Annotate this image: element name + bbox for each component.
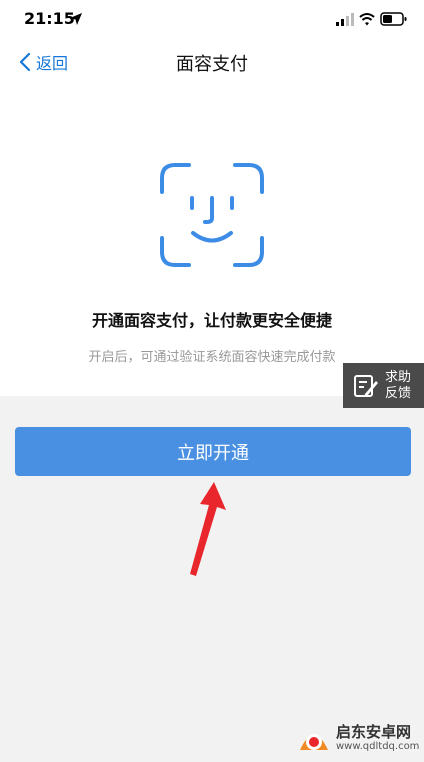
- red-arrow-annotation: [190, 482, 226, 576]
- page-title: 面容支付: [176, 54, 248, 75]
- headline: 开通面容支付，让付款更安全便捷: [91, 311, 332, 330]
- wifi-icon: [359, 13, 375, 26]
- battery-icon: [380, 12, 407, 26]
- location-arrow-icon: [70, 13, 82, 25]
- face-id-icon: [160, 163, 264, 267]
- help-label-line1: 求助: [385, 369, 412, 385]
- status-time: 21:15: [24, 9, 75, 28]
- watermark-url: www.qdltdq.com: [336, 741, 420, 752]
- signal-icon: [336, 13, 354, 26]
- help-feedback-label: 求助 反馈: [385, 370, 411, 402]
- enable-now-button[interactable]: 立即开通: [15, 427, 411, 476]
- help-feedback-widget[interactable]: 求助 反馈: [343, 363, 424, 408]
- watermark: 启东安卓网 www.qdltdq.com: [296, 718, 419, 758]
- status-bar: 21:15: [0, 0, 424, 40]
- watermark-text: 启东安卓网 www.qdltdq.com: [336, 723, 419, 753]
- watermark-name: 启东安卓网: [336, 723, 412, 741]
- nav-bar: 返回 面容支付: [0, 40, 424, 84]
- help-label-line2: 反馈: [385, 385, 412, 401]
- watermark-logo-icon: [300, 734, 328, 750]
- edit-note-icon: [354, 374, 378, 397]
